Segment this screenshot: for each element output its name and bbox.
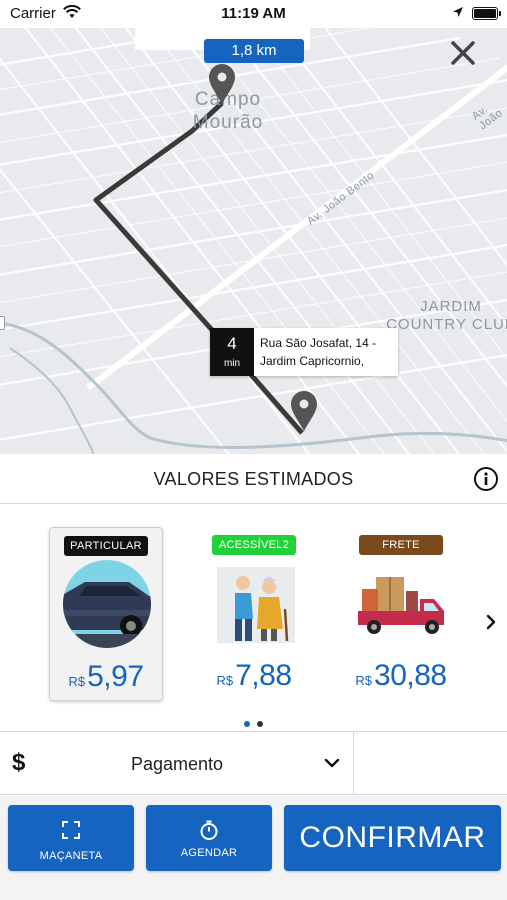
destination-address: Rua São Josafat, 14 - Jardim Capricornio… [260, 336, 377, 368]
page-dot [257, 721, 263, 727]
vehicle-price: R$5,97 [68, 660, 144, 693]
schedule-button-label: AGENDAR [180, 847, 238, 859]
car-illustration-icon [63, 560, 151, 648]
estimates-header: VALORES ESTIMADOS [0, 454, 507, 504]
map-edge-marker [0, 316, 5, 330]
vehicle-badge: FRETE [359, 535, 443, 555]
chevron-down-icon [324, 758, 340, 768]
estimates-title: VALORES ESTIMADOS [153, 469, 354, 489]
battery-icon [472, 7, 501, 20]
accessible-assist-illustration-icon [217, 567, 295, 643]
expand-corners-icon [62, 821, 80, 839]
vehicle-carousel: PARTICULAR R$5,97 ACESSÍVEL2 R$7,88 FRET… [0, 505, 507, 730]
payment-extra-field[interactable] [355, 732, 507, 794]
eta-time-badge: 4 min [210, 328, 254, 376]
payment-select[interactable]: $ Pagamento [0, 732, 354, 794]
action-bar: MAÇANETA AGENDAR CONFIRMAR [0, 796, 507, 900]
confirm-button-label: CONFIRMAR [299, 821, 486, 854]
vehicle-price: R$7,88 [216, 659, 292, 692]
page-dot-active [244, 721, 250, 727]
chevron-right-icon[interactable] [483, 613, 499, 631]
moving-truck-illustration-icon [358, 577, 444, 634]
payment-label: Pagamento [130, 754, 224, 774]
close-icon[interactable] [448, 38, 478, 68]
route-map[interactable]: Campo Mourão JARDIM COUNTRY CLUB Av. Joã… [0, 28, 507, 454]
ride-estimate-screen: Carrier 11:19 AM Campo Mourão JARDIM COU… [0, 0, 507, 900]
handle-button[interactable]: MAÇANETA [8, 805, 134, 871]
schedule-button[interactable]: AGENDAR [146, 805, 272, 871]
handle-button-label: MAÇANETA [39, 850, 103, 862]
location-arrow-icon [453, 7, 463, 17]
vehicle-card-particular[interactable]: PARTICULAR R$5,97 [49, 527, 163, 701]
eta-callout: 4 min Rua São Josafat, 14 - Jardim Capri… [210, 328, 398, 376]
status-bar: Carrier 11:19 AM [0, 0, 507, 28]
vehicle-badge: ACESSÍVEL2 [212, 535, 296, 555]
origin-pin-icon [209, 64, 235, 104]
vehicle-price: R$30,88 [355, 659, 447, 692]
eta-minutes: 4 [227, 334, 237, 353]
clock-label: 11:19 AM [221, 5, 286, 22]
eta-unit: min [223, 358, 241, 369]
confirm-button[interactable]: CONFIRMAR [284, 805, 501, 871]
distance-badge: 1,8 km [204, 39, 304, 63]
payment-row: $ Pagamento [0, 731, 507, 795]
destination-pin-icon [291, 391, 317, 431]
vehicle-card-acessivel[interactable]: ACESSÍVEL2 R$7,88 [198, 527, 312, 701]
vehicle-badge: PARTICULAR [64, 536, 148, 556]
info-icon[interactable] [473, 466, 499, 492]
stopwatch-icon [200, 820, 218, 840]
carousel-page-dots [244, 714, 270, 732]
vehicle-card-frete[interactable]: FRETE R$30,88 [345, 527, 459, 701]
